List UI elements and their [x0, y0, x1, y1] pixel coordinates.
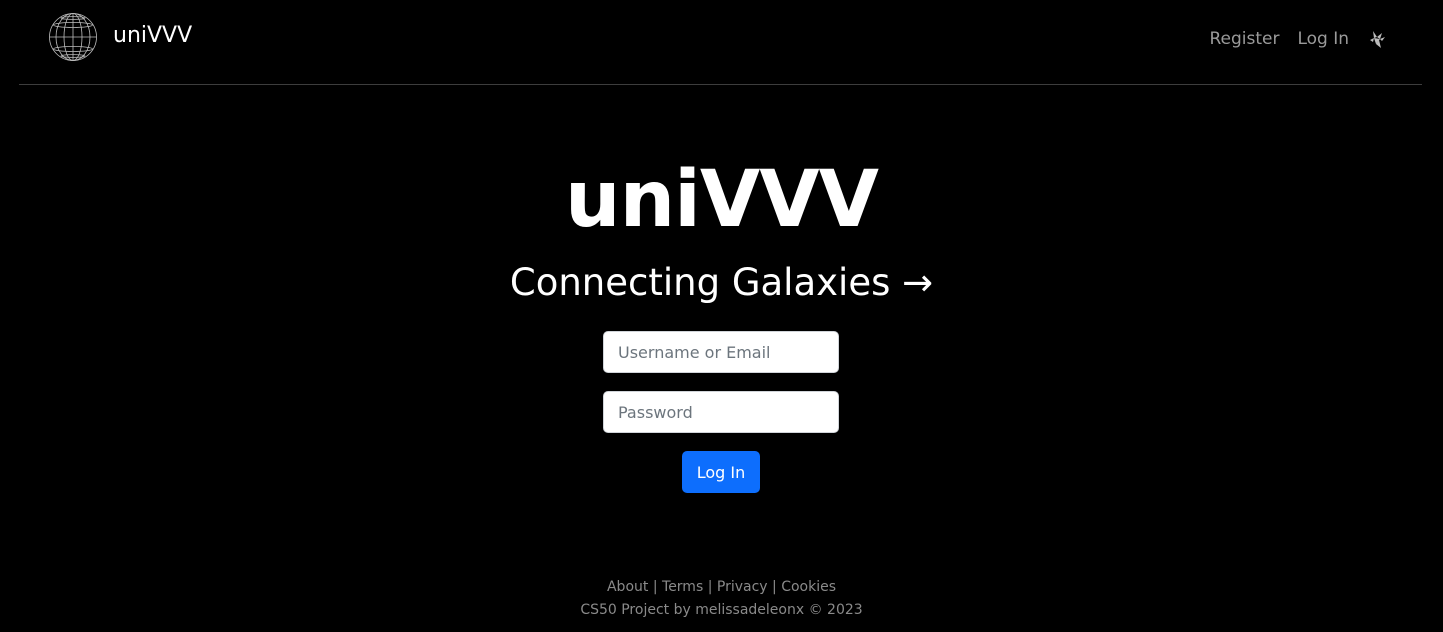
password-input[interactable] [603, 391, 839, 433]
login-form: Log In [603, 331, 839, 493]
login-link[interactable]: Log In [1297, 29, 1349, 49]
nav-links: Register Log In [1209, 28, 1387, 50]
footer-separator: | [652, 579, 658, 595]
register-link[interactable]: Register [1209, 29, 1279, 49]
page: uniVVV Register Log In uniVVV Connecting… [0, 0, 1443, 632]
footer-credit: CS50 Project by melissadeleonx © 2023 [580, 602, 863, 618]
hero-title: uniVVV [565, 155, 879, 245]
footer: About | Terms | Privacy | Cookies CS50 P… [0, 576, 1443, 622]
footer-cookies-link[interactable]: Cookies [781, 579, 836, 595]
footer-privacy-link[interactable]: Privacy [717, 579, 768, 595]
footer-about-link[interactable]: About [607, 579, 648, 595]
wireframe-globe-icon [49, 13, 97, 61]
footer-links: About | Terms | Privacy | Cookies [0, 576, 1443, 599]
navbar-divider [19, 84, 1422, 85]
navbar: uniVVV Register Log In [0, 0, 1443, 84]
footer-separator: | [707, 579, 713, 595]
footer-terms-link[interactable]: Terms [662, 579, 703, 595]
theme-toggle-icon[interactable] [1367, 28, 1387, 50]
brand-name: uniVVV [113, 22, 193, 48]
brand-link[interactable]: uniVVV [48, 12, 192, 62]
username-input[interactable] [603, 331, 839, 373]
login-submit-button[interactable]: Log In [682, 451, 760, 493]
footer-separator: | [772, 579, 777, 595]
hero-subtitle: Connecting Galaxies → [509, 261, 934, 304]
